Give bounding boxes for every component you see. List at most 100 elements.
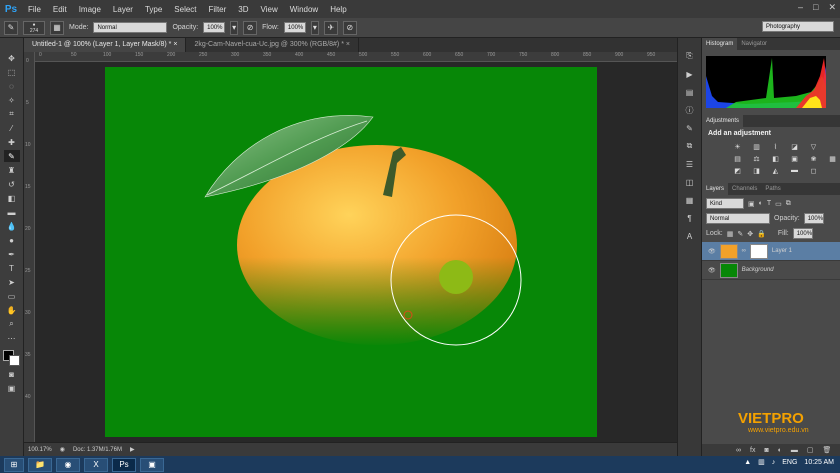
mode-dropdown[interactable]: Normal	[93, 22, 168, 33]
kind-filter-dropdown[interactable]: Kind	[706, 198, 744, 209]
menu-filter[interactable]: Filter	[203, 5, 233, 14]
actions-icon[interactable]: ▶	[683, 68, 697, 80]
type-tool-icon[interactable]: T	[4, 262, 20, 274]
lock-position-icon[interactable]: ✥	[747, 230, 753, 238]
vibrance-icon[interactable]: ▽	[808, 142, 819, 151]
history-brush-tool-icon[interactable]: ↺	[4, 178, 20, 190]
filter-adjustment-icon[interactable]: ◐	[759, 200, 763, 207]
visibility-eye-icon[interactable]: 👁	[708, 248, 716, 255]
tab-untitled-1[interactable]: Untitled-1 @ 100% (Layer 1, Layer Mask/8…	[24, 38, 187, 52]
quick-mask-icon[interactable]: ◙	[4, 368, 20, 380]
chrome-icon[interactable]: ◉	[56, 457, 80, 472]
clock[interactable]: 10:25 AM	[804, 459, 834, 466]
file-explorer-icon[interactable]: 📁	[28, 457, 52, 472]
volume-icon[interactable]: ♪	[772, 459, 776, 466]
fill-input[interactable]: 100%	[792, 228, 813, 239]
layer-row-layer-1[interactable]: 👁 ∞ Layer 1	[702, 242, 840, 261]
zoom-level[interactable]: 100.17%	[28, 447, 52, 453]
menu-file[interactable]: File	[22, 5, 47, 14]
swatches-icon[interactable]: ▦	[683, 194, 697, 206]
trash-icon[interactable]: 🗑	[823, 446, 832, 454]
lasso-tool-icon[interactable]: ◌	[4, 80, 20, 92]
color-balance-icon[interactable]: ⚖	[751, 154, 762, 163]
hue-saturation-icon[interactable]: ▤	[732, 154, 743, 163]
tab-cam-navel[interactable]: 2kg-Cam-Navel-cua-Uc.jpg @ 300% (RGB/8#)…	[186, 38, 359, 52]
styles-icon[interactable]: ◫	[683, 176, 697, 188]
app-icon[interactable]: ▣	[140, 457, 164, 472]
menu-window[interactable]: Window	[284, 5, 324, 14]
hand-tool-icon[interactable]: ✋	[4, 304, 20, 316]
layer-opacity-input[interactable]: 100%	[803, 213, 824, 224]
visibility-eye-icon[interactable]: 👁	[708, 267, 716, 274]
brush-tool-icon[interactable]: ✎	[4, 20, 18, 35]
link-icon[interactable]: ∞	[742, 248, 746, 254]
brush-tool-icon[interactable]: ✎	[3, 150, 20, 162]
tab-navigator[interactable]: Navigator	[737, 38, 771, 50]
close-icon[interactable]: ×	[173, 41, 177, 48]
color-swatches[interactable]	[2, 350, 21, 366]
crop-tool-icon[interactable]: ⌗	[4, 108, 20, 120]
healing-tool-icon[interactable]: ✚	[4, 136, 20, 148]
document-canvas[interactable]	[105, 67, 597, 437]
eyedropper-tool-icon[interactable]: ⁄	[4, 122, 20, 134]
info-icon[interactable]: ⓘ	[683, 104, 697, 116]
photoshop-taskbar-icon[interactable]: Ps	[112, 457, 136, 472]
workspace-switcher[interactable]: Photography	[762, 21, 834, 32]
brightness-contrast-icon[interactable]: ☀	[732, 142, 743, 151]
color-lookup-icon[interactable]: ▦	[827, 154, 838, 163]
blend-mode-dropdown[interactable]: Normal	[706, 213, 770, 224]
dodge-tool-icon[interactable]: ●	[4, 234, 20, 246]
tray-arrow-icon[interactable]: ▲	[744, 459, 751, 466]
layer-row-background[interactable]: 👁 Background	[702, 261, 840, 280]
maximize-button[interactable]: □	[813, 2, 818, 13]
levels-icon[interactable]: ▥	[751, 142, 762, 151]
add-mask-icon[interactable]: ◙	[764, 447, 768, 454]
shape-tool-icon[interactable]: ▭	[4, 290, 20, 302]
tab-paths[interactable]: Paths	[761, 183, 784, 195]
status-arrow-icon[interactable]: ▶	[130, 446, 135, 453]
flow-input[interactable]: 100%	[283, 22, 306, 33]
zoom-tool-icon[interactable]: ⌕	[4, 318, 20, 330]
move-tool-icon[interactable]: ✥	[4, 52, 20, 64]
clone-stamp-tool-icon[interactable]: ♜	[4, 164, 20, 176]
opacity-dropdown-icon[interactable]: ▾	[230, 20, 239, 35]
menu-layer[interactable]: Layer	[107, 5, 139, 14]
quick-select-tool-icon[interactable]: ✧	[4, 94, 20, 106]
layer-style-icon[interactable]: fx	[750, 447, 755, 454]
brush-preset-picker[interactable]: ● 274	[23, 20, 45, 35]
opacity-input[interactable]: 100%	[203, 22, 226, 33]
character-icon[interactable]: A	[683, 230, 697, 242]
new-group-icon[interactable]: ▬	[791, 447, 798, 454]
menu-image[interactable]: Image	[73, 5, 107, 14]
gradient-tool-icon[interactable]: ▬	[4, 206, 20, 218]
menu-type[interactable]: Type	[139, 5, 168, 14]
filter-shape-icon[interactable]: ▭	[775, 200, 782, 208]
close-button[interactable]: ✕	[828, 2, 836, 13]
exposure-icon[interactable]: ◪	[789, 142, 800, 151]
lock-transparent-icon[interactable]: ▦	[727, 230, 734, 238]
filter-type-icon[interactable]: T	[767, 200, 771, 207]
layer-comps-icon[interactable]: ▤	[683, 86, 697, 98]
start-button[interactable]: ⊞	[4, 457, 24, 472]
language-indicator[interactable]: ENG	[782, 459, 797, 466]
canvas-area[interactable]	[35, 62, 677, 442]
minimize-button[interactable]: –	[798, 2, 803, 13]
properties-icon[interactable]: ☰	[683, 158, 697, 170]
selective-color-icon[interactable]: ◻	[808, 166, 819, 175]
menu-select[interactable]: Select	[168, 5, 202, 14]
filter-pixel-icon[interactable]: ▣	[748, 200, 755, 208]
blur-tool-icon[interactable]: 💧	[4, 220, 20, 232]
excel-icon[interactable]: X	[84, 457, 108, 472]
lock-all-icon[interactable]: 🔒	[757, 230, 766, 238]
tab-layers[interactable]: Layers	[702, 183, 729, 195]
new-adjustment-icon[interactable]: ◐	[778, 447, 782, 454]
menu-3d[interactable]: 3D	[232, 5, 254, 14]
marquee-tool-icon[interactable]: ⬚	[4, 66, 20, 78]
pressure-size-icon[interactable]: ⊘	[342, 20, 357, 35]
menu-help[interactable]: Help	[324, 5, 352, 14]
layer-mask-thumbnail[interactable]	[749, 243, 768, 259]
tab-channels[interactable]: Channels	[728, 183, 761, 195]
clone-source-icon[interactable]: ⧉	[683, 140, 697, 152]
invert-icon[interactable]: ◩	[732, 166, 743, 175]
menu-edit[interactable]: Edit	[47, 5, 73, 14]
